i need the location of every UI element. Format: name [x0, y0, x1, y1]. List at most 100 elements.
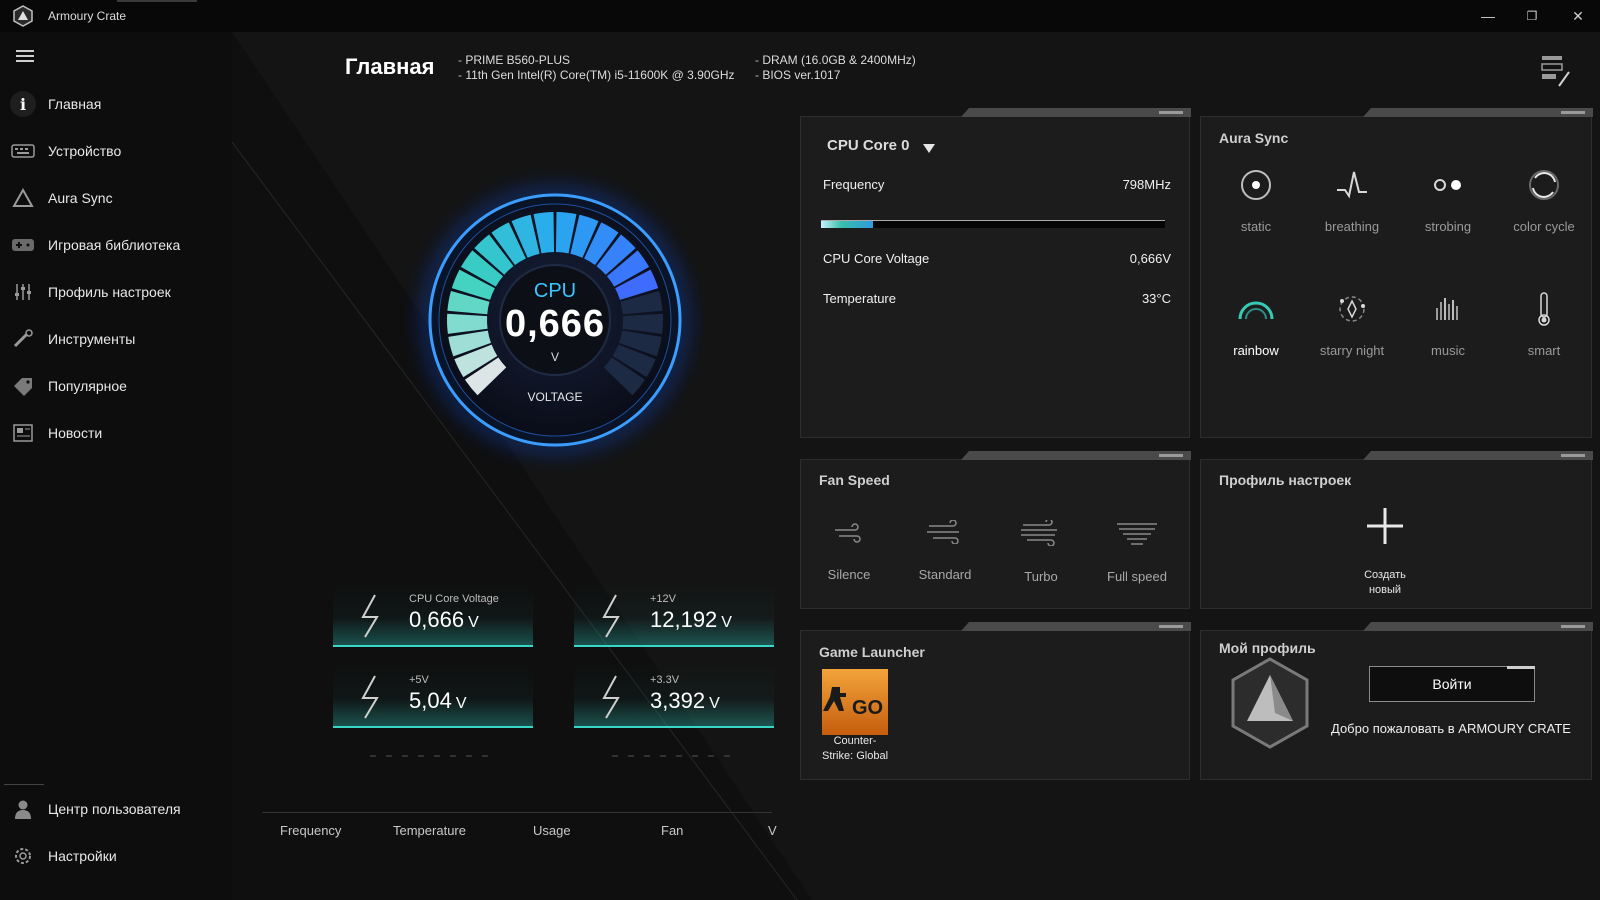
cpu-voltage-label: CPU Core Voltage [823, 251, 930, 266]
gauge-caption: VOLTAGE [527, 390, 583, 404]
aura-effect-rainbow[interactable]: rainbow [1209, 289, 1303, 358]
temperature-row: Temperature 33°C [823, 291, 1171, 306]
aura-panel-title: Aura Sync [1219, 130, 1289, 146]
fan-mode-standard[interactable]: Standard [897, 519, 993, 582]
frequency-value: 798MHz [1122, 177, 1171, 192]
fan-mode-label: Silence [827, 567, 871, 582]
sidebar-item-label: Инструменты [48, 331, 136, 347]
spec-cpu: 11th Gen Intel(R) Core(TM) i5-11600K @ 3… [458, 68, 734, 83]
sidebar-item-news[interactable]: Новости [0, 413, 232, 453]
static-icon [1209, 165, 1303, 205]
sidebar-divider [4, 784, 44, 785]
tab-temperature[interactable]: Temperature [393, 823, 466, 838]
hamburger-menu-icon[interactable] [16, 50, 34, 64]
sidebar-item-label: Популярное [48, 378, 127, 394]
fan-mode-label: Full speed [1107, 569, 1167, 584]
tab-usage[interactable]: Usage [533, 823, 571, 838]
aura-effect-music[interactable]: music [1401, 289, 1495, 358]
fan-mode-label: Turbo [1024, 569, 1058, 584]
temperature-value: 33°C [1141, 291, 1171, 306]
cpu-core-selector[interactable]: CPU Core 0 [827, 137, 910, 154]
aura-effect-breathing[interactable]: breathing [1305, 165, 1399, 234]
csgo-game-tile[interactable]: GO [822, 669, 888, 735]
sidebar-item-label: Профиль настроек [48, 284, 171, 300]
cpu-voltage-row: CPU Core Voltage 0,666V [823, 251, 1171, 266]
game-name[interactable]: Counter- Strike: Global [810, 734, 900, 764]
aura-effect-color-cycle[interactable]: color cycle [1497, 165, 1591, 234]
aura-effect-label: music [1431, 343, 1465, 358]
game-tile-text: GO [852, 697, 883, 719]
my-profile-panel: Мой профиль Войти Добро пожаловать в ARM… [1200, 622, 1593, 780]
sidebar-item-device[interactable]: Устройство [0, 131, 232, 171]
voltage-label: +5V [409, 674, 429, 686]
armoury-crate-logo-icon [13, 5, 33, 27]
sidebar-item-game-library[interactable]: Игровая библиотека [0, 225, 232, 265]
gauge-unit: V [550, 350, 559, 364]
fan-mode-turbo[interactable]: Turbo [993, 518, 1089, 584]
page-title: Главная [345, 54, 435, 79]
chevron-down-icon[interactable] [923, 144, 935, 153]
sidebar-item-tools[interactable]: Инструменты [0, 319, 232, 359]
cpu-monitor-panel: CPU Core 0 Frequency 798MHz CPU Core Vol… [800, 108, 1191, 438]
fan-mode-silence[interactable]: Silence [801, 520, 897, 582]
frequency-label: Frequency [823, 177, 885, 192]
my-profile-title: Мой профиль [1219, 640, 1316, 656]
voltage-tile-3-3v[interactable]: +3.3V 3,392 V [574, 666, 774, 728]
panel-tab-strip [961, 622, 1191, 631]
create-new-profile-button[interactable]: Создать новый [1340, 568, 1430, 598]
spec-dram: DRAM (16.0GB & 2400MHz) [755, 53, 915, 68]
panel-tab-strip [961, 108, 1191, 117]
color-cycle-icon [1497, 165, 1591, 205]
aura-effect-label: strobing [1424, 219, 1472, 234]
strobing-icon [1401, 165, 1495, 205]
tab-frequency[interactable]: Frequency [280, 823, 341, 838]
sidebar-item-label: Новости [48, 425, 103, 441]
armoury-crate-avatar-icon [1231, 657, 1309, 749]
voltage-value: 0,666 V [409, 607, 479, 632]
tab-fan[interactable]: Fan [661, 823, 683, 838]
fan-speed-panel: Fan Speed Silence Standard Turbo Full sp… [800, 451, 1191, 609]
sidebar-item-home[interactable]: i Главная [0, 84, 232, 124]
welcome-text: Добро пожаловать в ARMOURY CRATE [1331, 721, 1571, 736]
sidebar-item-profiles[interactable]: Профиль настроек [0, 272, 232, 312]
aura-effect-static[interactable]: static [1209, 165, 1303, 234]
aura-effect-label: static [1240, 219, 1272, 234]
voltage-tile-cpu-core[interactable]: CPU Core Voltage 0,666 V [333, 585, 533, 647]
aura-effect-strobing[interactable]: strobing [1401, 165, 1495, 234]
fan-mode-full-speed[interactable]: Full speed [1089, 520, 1185, 584]
sidebar-item-settings[interactable]: Настройки [0, 836, 232, 876]
panel-tab-strip [1363, 108, 1593, 117]
aura-effect-label: starry night [1319, 343, 1385, 358]
sidebar-item-label: Aura Sync [48, 190, 113, 206]
close-button[interactable]: ✕ [1568, 6, 1588, 26]
wind-icon [835, 523, 861, 543]
sidebar-item-label: Устройство [48, 143, 122, 159]
music-icon [1401, 289, 1495, 329]
app-title: Armoury Crate [48, 9, 127, 23]
wind-icon [1021, 518, 1057, 547]
aura-sync-panel: Aura Sync static breathing strobing colo… [1200, 108, 1593, 438]
edit-layout-icon[interactable] [1541, 54, 1571, 88]
frequency-bar-fill [821, 221, 873, 228]
voltage-tile-5v[interactable]: +5V 5,04 V [333, 666, 533, 728]
minimize-button[interactable]: — [1478, 6, 1498, 26]
aura-effect-smart[interactable]: smart [1497, 289, 1591, 358]
sidebar-item-user-center[interactable]: Центр пользователя [0, 789, 232, 829]
login-button[interactable]: Войти [1369, 666, 1535, 702]
sidebar-item-popular[interactable]: Популярное [0, 366, 232, 406]
sidebar-item-aura-sync[interactable]: Aura Sync [0, 178, 232, 218]
sidebar-item-label: Игровая библиотека [48, 237, 181, 253]
aura-effect-starry-night[interactable]: starry night [1305, 289, 1399, 358]
tag-icon [10, 373, 36, 399]
voltage-label: +12V [650, 593, 676, 605]
lightning-icon [361, 675, 379, 719]
lightning-icon [602, 675, 620, 719]
restore-button[interactable]: ❐ [1522, 6, 1542, 26]
add-icon[interactable] [1365, 506, 1405, 546]
scroll-cutoff-hint [370, 755, 490, 757]
tab-voltage[interactable]: V [768, 823, 777, 838]
voltage-tile-12v[interactable]: +12V 12,192 V [574, 585, 774, 647]
lightning-icon [361, 594, 379, 638]
wind-icon [1117, 523, 1157, 545]
voltage-label: +3.3V [650, 674, 680, 686]
